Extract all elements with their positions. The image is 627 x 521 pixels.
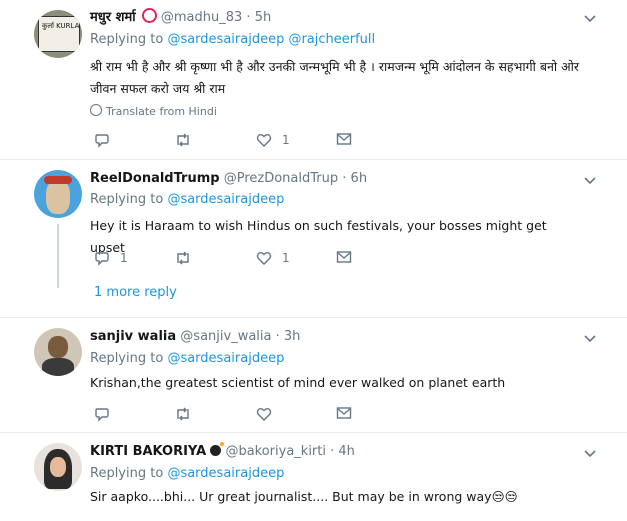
replying-to-link[interactable]: @sardesairajdeep [167, 192, 284, 207]
display-name[interactable]: KIRTI BAKORIYA [90, 444, 206, 459]
reply-icon [95, 408, 109, 422]
avatar-label: कुर्ला KURLA [42, 22, 80, 30]
retweet-icon [177, 407, 189, 421]
envelope-icon [336, 407, 352, 419]
avatar[interactable] [34, 443, 82, 491]
tweet-1[interactable]: कुर्ला KURLA मधुर शर्मा @madhu_83 · 5h R… [0, 0, 627, 160]
retweet-button[interactable] [174, 132, 202, 148]
user-handle[interactable]: @madhu_83 [161, 10, 242, 25]
like-button[interactable]: 1 [256, 250, 290, 266]
reply-count: 1 [120, 251, 128, 265]
like-count: 1 [282, 251, 290, 265]
display-name[interactable]: sanjiv walia [90, 329, 176, 344]
avatar[interactable]: कुर्ला KURLA [34, 10, 82, 58]
reply-icon [95, 252, 109, 266]
replying-to-link[interactable]: @sardesairajdeep [167, 351, 284, 366]
heart-icon [256, 408, 272, 421]
translate-link[interactable]: Translate from Hindi [90, 104, 217, 118]
retweet-button[interactable] [174, 406, 202, 422]
timestamp[interactable]: 5h [255, 10, 272, 25]
tweet-text: Sir aapko....bhi... Ur great journalist.… [90, 489, 518, 504]
display-name[interactable]: ReelDonaldTrump [90, 171, 220, 186]
chevron-down-icon[interactable] [583, 12, 597, 26]
retweet-icon [177, 251, 189, 265]
more-replies-link[interactable]: 1 more reply [94, 285, 177, 300]
chevron-down-icon[interactable] [583, 174, 597, 188]
tweet-text: Krishan,the greatest scientist of mind e… [90, 375, 506, 390]
timestamp[interactable]: 3h [284, 329, 301, 344]
reply-button[interactable] [94, 132, 120, 148]
translate-label: Translate from Hindi [106, 105, 217, 118]
separator: · [246, 10, 251, 25]
user-handle[interactable]: @sanjiv_walia [180, 329, 271, 344]
reply-icon [95, 134, 109, 148]
dm-button[interactable] [336, 406, 352, 420]
like-count: 1 [282, 133, 290, 147]
timestamp[interactable]: 4h [338, 444, 355, 459]
avatar[interactable] [34, 170, 82, 218]
separator: · [275, 329, 280, 344]
envelope-icon [336, 133, 352, 145]
bomb-icon [210, 442, 225, 456]
tweet-text: श्री राम भी है और श्री कृष्णा भी है और उ… [90, 59, 580, 96]
replying-to-link[interactable]: @sardesairajdeep [167, 466, 284, 481]
envelope-icon [336, 251, 352, 263]
replying-label: Replying to [90, 32, 164, 47]
tweet-3[interactable]: sanjiv walia @sanjiv_walia · 3h Replying… [0, 318, 627, 434]
heart-icon [256, 134, 272, 147]
chevron-down-icon[interactable] [583, 447, 597, 461]
dm-button[interactable] [336, 132, 352, 146]
user-handle[interactable]: @bakoriya_kirti [225, 444, 326, 459]
tweet-4[interactable]: KIRTI BAKORIYA @bakoriya_kirti · 4h Repl… [0, 433, 627, 521]
tweet-2[interactable]: ReelDonaldTrump @PrezDonaldTrup · 6h Rep… [0, 160, 627, 320]
replying-to-link[interactable]: @sardesairajdeep @rajcheerfull [167, 32, 375, 47]
red-circle-icon [141, 8, 157, 23]
retweet-icon [177, 133, 189, 147]
user-handle[interactable]: @PrezDonaldTrup [224, 171, 338, 186]
separator: · [342, 171, 347, 186]
replying-label: Replying to [90, 466, 164, 481]
replying-label: Replying to [90, 351, 164, 366]
retweet-button[interactable] [174, 250, 202, 266]
reply-button[interactable]: 1 [94, 250, 128, 266]
heart-icon [256, 252, 272, 265]
reply-button[interactable] [94, 406, 120, 422]
separator: · [330, 444, 335, 459]
display-name[interactable]: मधुर शर्मा [90, 10, 136, 25]
timestamp[interactable]: 6h [351, 171, 368, 186]
chevron-down-icon[interactable] [583, 332, 597, 346]
globe-icon [90, 104, 102, 116]
replying-label: Replying to [90, 192, 164, 207]
dm-button[interactable] [336, 250, 352, 264]
thread-line [57, 224, 59, 288]
like-button[interactable]: 1 [256, 132, 290, 148]
avatar[interactable] [34, 328, 82, 376]
like-button[interactable] [256, 406, 282, 422]
